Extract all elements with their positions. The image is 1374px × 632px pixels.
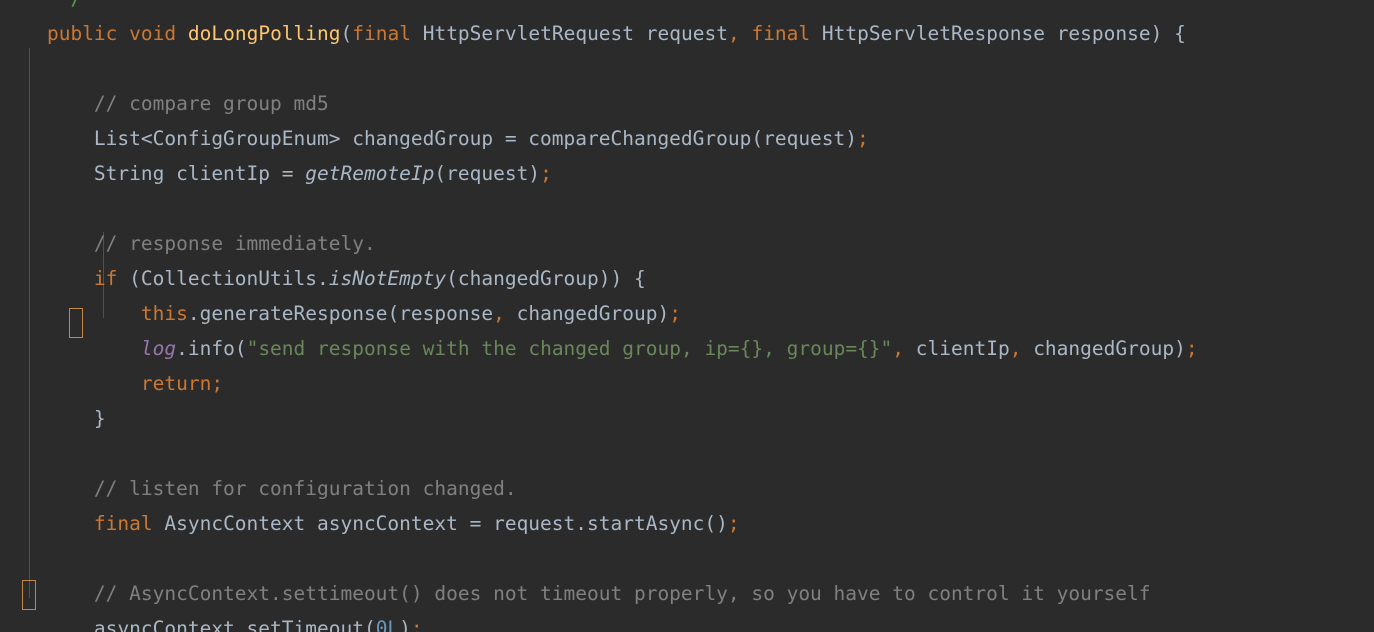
- code-token-default: HttpServletResponse response) {: [810, 22, 1186, 45]
- code-token-string: "send response with the changed group, i…: [246, 337, 893, 360]
- code-token-default: [0, 267, 94, 290]
- code-token-static-method: isNotEmpty: [328, 267, 447, 290]
- code-token-default: List<ConfigGroupEnum> changedGroup = com…: [0, 127, 858, 150]
- code-line[interactable]: // response immediately.: [0, 226, 376, 261]
- code-token-keyword: ;: [1185, 337, 1198, 360]
- code-token-default: HttpServletRequest request: [410, 22, 728, 45]
- code-token-comment: // listen for configuration changed.: [93, 477, 517, 500]
- code-token-default: asyncContext.setTimeout(: [0, 617, 376, 632]
- code-token-keyword: void: [129, 22, 177, 45]
- code-token-default: .info(: [176, 337, 247, 360]
- code-token-default: [0, 232, 94, 255]
- code-token-default: [117, 22, 129, 45]
- code-line[interactable]: // AsyncContext.settimeout() does not ti…: [0, 576, 1151, 611]
- code-token-keyword: ;: [540, 162, 552, 185]
- code-token-default: [0, 92, 94, 115]
- code-line[interactable]: [0, 191, 12, 226]
- code-token-default: [0, 372, 141, 395]
- code-token-default: (CollectionUtils.: [117, 267, 329, 290]
- code-line[interactable]: [0, 436, 12, 471]
- code-line[interactable]: List<ConfigGroupEnum> changedGroup = com…: [0, 121, 869, 156]
- code-token-keyword: public: [46, 22, 118, 45]
- code-token-default: [0, 512, 94, 535]
- code-token-keyword: final: [751, 22, 811, 45]
- code-line[interactable]: [0, 51, 12, 86]
- code-line[interactable]: // listen for configuration changed.: [0, 471, 517, 506]
- code-token-default: (request): [434, 162, 541, 185]
- code-token-method-declaration: doLongPolling: [187, 22, 341, 45]
- code-token-default: }: [0, 407, 106, 430]
- code-token-default: changedGroup): [1021, 337, 1186, 360]
- code-token-javadoc: */: [59, 0, 82, 10]
- code-token-default: .generateResponse(response: [187, 302, 494, 325]
- code-line[interactable]: public void doLongPolling(final HttpServ…: [0, 16, 1186, 51]
- code-token-default: [0, 0, 59, 10]
- code-token-keyword: final: [93, 512, 153, 535]
- code-content[interactable]: */ public void doLongPolling(final HttpS…: [0, 0, 1374, 632]
- code-editor[interactable]: */ public void doLongPolling(final HttpS…: [0, 0, 1374, 632]
- code-line[interactable]: String clientIp = getRemoteIp(request);: [0, 156, 552, 191]
- code-token-comment: // AsyncContext.settimeout() does not ti…: [93, 582, 1151, 605]
- code-token-comment: // compare group md5: [93, 92, 329, 115]
- code-token-default: [0, 22, 47, 45]
- code-token-default: changedGroup): [504, 302, 670, 325]
- code-line[interactable]: */: [0, 0, 82, 16]
- code-line[interactable]: return;: [0, 366, 223, 401]
- code-token-keyword: ;: [727, 512, 740, 535]
- code-token-keyword: return: [140, 372, 212, 395]
- code-token-default: [0, 337, 141, 360]
- code-token-keyword: ;: [669, 302, 681, 325]
- code-token-default: (changedGroup)) {: [446, 267, 646, 290]
- code-token-default: [0, 302, 141, 325]
- code-token-keyword: ,: [727, 22, 740, 45]
- code-token-default: [0, 582, 94, 605]
- code-token-keyword: if: [93, 267, 118, 290]
- code-line[interactable]: }: [0, 401, 106, 436]
- code-token-default: String clientIp =: [0, 162, 306, 185]
- code-token-keyword: ;: [410, 617, 423, 632]
- code-line[interactable]: asyncContext.setTimeout(0L);: [0, 611, 423, 632]
- code-token-keyword: ;: [857, 127, 869, 150]
- code-token-default: clientIp: [904, 337, 1010, 360]
- code-line[interactable]: this.generateResponse(response, changedG…: [0, 296, 681, 331]
- code-token-default: ): [399, 617, 411, 632]
- code-token-keyword: this: [140, 302, 188, 325]
- code-line[interactable]: if (CollectionUtils.isNotEmpty(changedGr…: [0, 261, 646, 296]
- code-token-comment: // response immediately.: [93, 232, 376, 255]
- code-line[interactable]: [0, 541, 12, 576]
- code-token-number: 0L: [375, 617, 400, 632]
- code-token-default: (: [340, 22, 353, 45]
- code-token-default: [0, 477, 94, 500]
- code-line[interactable]: log.info("send response with the changed…: [0, 331, 1198, 366]
- code-line[interactable]: final AsyncContext asyncContext = reques…: [0, 506, 740, 541]
- code-token-keyword: ,: [1009, 337, 1022, 360]
- code-token-static-method: getRemoteIp: [305, 162, 435, 185]
- code-token-static-field: log: [140, 337, 177, 360]
- code-token-default: [740, 22, 752, 45]
- code-token-keyword: ;: [211, 372, 224, 395]
- code-line[interactable]: // compare group md5: [0, 86, 329, 121]
- code-token-keyword: ,: [892, 337, 905, 360]
- code-token-default: AsyncContext asyncContext = request.star…: [152, 512, 728, 535]
- code-token-default: [176, 22, 188, 45]
- code-token-keyword: ,: [493, 302, 505, 325]
- code-token-keyword: final: [352, 22, 411, 45]
